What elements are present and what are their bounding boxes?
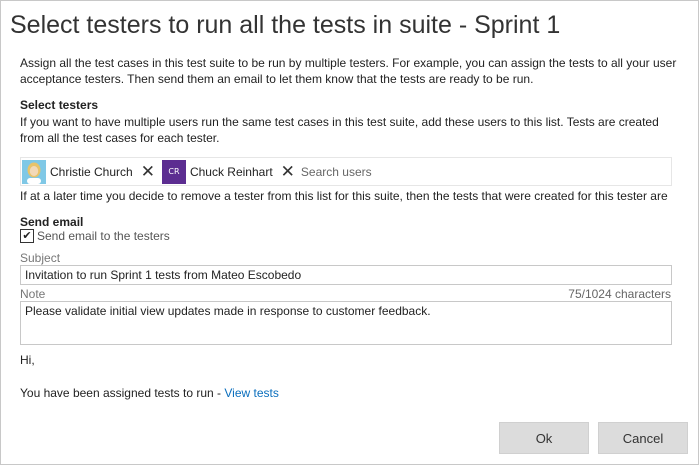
christie-church-avatar [22,159,46,184]
send-email-checkbox-label[interactable]: Send email to the testers [37,229,170,243]
tester-chip-christie-church: Christie Church ✕ [22,159,161,184]
select-testers-description: If you want to have multiple users run t… [20,115,659,145]
send-email-checkbox[interactable]: ✔ [20,229,34,243]
assigned-text: You have been assigned tests to run - [20,386,225,400]
ok-button[interactable]: Ok [499,422,589,454]
remove-tester-icon[interactable]: ✕ [141,163,155,180]
select-testers-dialog: Select testers to run all the tests in s… [0,0,699,465]
subject-label: Subject [20,251,61,265]
remove-tester-icon[interactable]: ✕ [281,163,295,180]
subject-input[interactable] [20,265,672,285]
dialog-intro-text: Assign all the test cases in this test s… [20,56,677,86]
search-users-input[interactable] [300,160,671,183]
note-textarea[interactable]: Please validate initial view updates mad… [20,301,672,345]
email-greeting: Hi, [20,353,35,367]
testers-picker[interactable]: Christie Church ✕ CR Chuck Reinhart ✕ [20,157,672,186]
note-label: Note [20,287,46,301]
tester-chip-chuck-reinhart: CR Chuck Reinhart ✕ [161,159,301,184]
cancel-button[interactable]: Cancel [598,422,688,454]
select-testers-heading: Select testers [20,98,99,112]
tester-name: Christie Church [50,164,133,179]
note-character-count: 75/1024 characters [568,287,671,301]
remove-tester-note: If at a later time you decide to remove … [20,189,668,203]
dialog-title: Select testers to run all the tests in s… [10,11,561,39]
send-email-checkbox-row[interactable]: ✔ Send email to the testers [20,228,170,244]
view-tests-link[interactable]: View tests [224,386,278,400]
email-assigned-line: You have been assigned tests to run - Vi… [20,386,279,400]
send-email-heading: Send email [20,215,84,229]
chuck-reinhart-avatar: CR [161,159,186,184]
tester-name: Chuck Reinhart [189,164,273,179]
